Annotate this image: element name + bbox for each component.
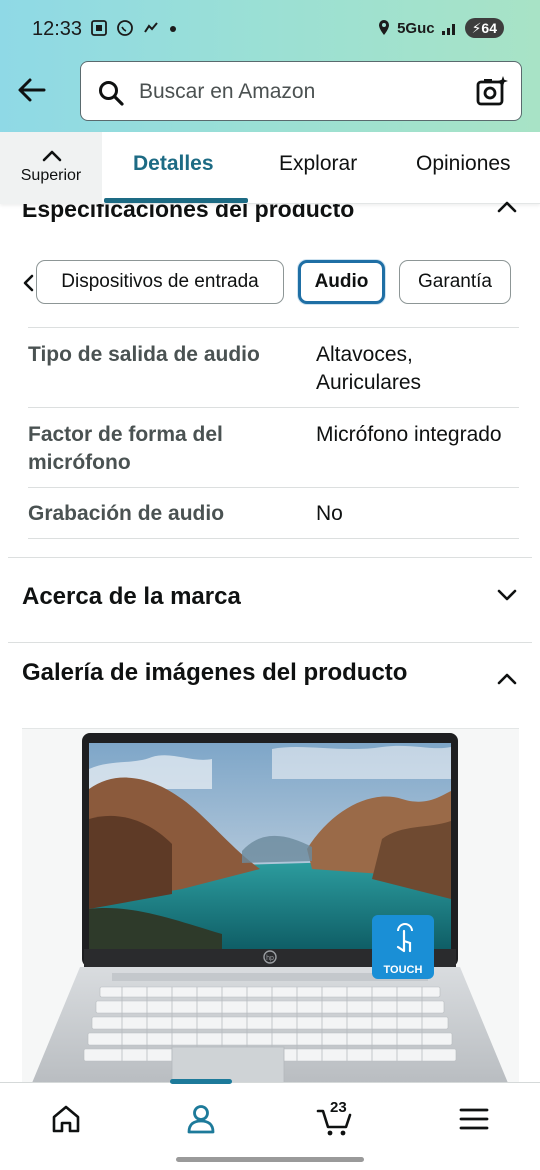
menu-icon[interactable] <box>456 1101 492 1137</box>
chevron-up-icon <box>42 150 62 162</box>
screenshot-icon <box>91 20 107 36</box>
home-icon[interactable] <box>48 1101 84 1137</box>
search-input[interactable]: Buscar en Amazon <box>80 61 522 121</box>
spec-table: Tipo de salida de audio Altavoces, Auric… <box>28 327 519 539</box>
tab-opiniones[interactable]: Opiniones <box>416 152 511 176</box>
back-arrow-icon[interactable] <box>14 72 50 108</box>
tab-top-label: Superior <box>20 167 82 184</box>
spec-key: Factor de forma del micrófono <box>28 423 223 474</box>
spec-value: Micrófono integrado <box>316 423 502 446</box>
camera-search-icon[interactable] <box>475 74 509 108</box>
chip-audio[interactable]: Audio <box>298 260 385 304</box>
table-row: Factor de forma del micrófono Micrófono … <box>28 407 519 487</box>
network-label: 5Guc <box>397 19 435 37</box>
product-gallery-image[interactable]: hp TOUCH <box>22 728 519 1082</box>
messenger-icon <box>144 22 158 33</box>
spec-key: Tipo de salida de audio <box>28 343 260 366</box>
tab-top-button[interactable]: Superior <box>0 132 102 204</box>
table-row: Grabación de audio No <box>28 487 519 539</box>
table-row: Tipo de salida de audio Altavoces, Auric… <box>28 327 519 407</box>
notification-icons <box>90 19 178 37</box>
gesture-bar[interactable] <box>176 1157 364 1162</box>
spec-value: Altavoces, Auriculares <box>316 343 422 394</box>
search-icon <box>99 81 124 106</box>
spec-key: Grabación de audio <box>28 502 225 525</box>
spec-category-chips: Dispositivos de entrada Audio Garantía <box>0 260 540 306</box>
laptop-image: hp TOUCH <box>32 733 508 1082</box>
status-time: 12:33 <box>32 18 83 40</box>
battery-indicator: ⚡64 <box>464 18 504 38</box>
section-divider <box>8 642 532 643</box>
gallery-section-toggle[interactable]: Galería de imágenes del producto <box>22 659 407 687</box>
section-divider <box>8 557 532 558</box>
touch-badge-label: TOUCH <box>384 964 423 976</box>
status-right: 5Guc ⚡64 <box>377 18 504 38</box>
dot-icon <box>170 26 176 32</box>
tab-explorar[interactable]: Explorar <box>279 152 357 176</box>
chip-garantia[interactable]: Garantía <box>399 260 511 304</box>
active-nav-indicator <box>170 1079 232 1084</box>
signal-icon <box>441 24 455 35</box>
status-bar: 12:33 5Guc ⚡64 <box>0 0 540 60</box>
whatsapp-icon <box>117 20 133 36</box>
battery-level: 64 <box>481 20 497 36</box>
active-tab-indicator <box>104 198 248 203</box>
cart-count-badge: 23 <box>330 1099 347 1116</box>
chevron-up-icon[interactable] <box>496 196 518 218</box>
chip-dispositivos-entrada[interactable]: Dispositivos de entrada <box>36 260 284 304</box>
tab-detalles[interactable]: Detalles <box>133 152 214 176</box>
spec-value: No <box>316 502 343 525</box>
hp-logo: hp <box>266 955 274 962</box>
chevron-down-icon[interactable] <box>496 584 518 606</box>
search-placeholder: Buscar en Amazon <box>139 80 316 103</box>
chevron-up-icon[interactable] <box>496 668 518 690</box>
location-icon <box>379 20 390 35</box>
detail-tabs: Superior Detalles Explorar Opiniones <box>0 132 540 204</box>
account-icon[interactable] <box>183 1101 219 1137</box>
top-header: 12:33 5Guc ⚡64 Buscar en Amazon <box>0 0 540 132</box>
brand-section-toggle[interactable]: Acerca de la marca <box>22 583 241 611</box>
